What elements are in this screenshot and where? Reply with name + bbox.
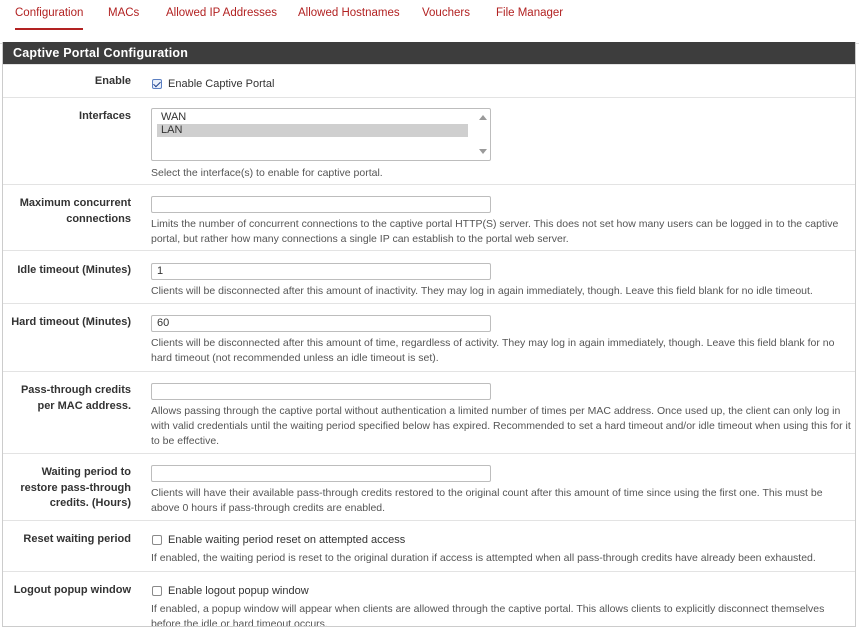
reset-waiting-text: Enable waiting period reset on attempted… [168, 534, 406, 546]
captive-portal-config-panel: Captive Portal Configuration Enable Enab… [2, 42, 856, 627]
tab-configuration[interactable]: Configuration [15, 0, 84, 30]
logout-popup-text: Enable logout popup window [168, 585, 309, 597]
reset-waiting-row: Reset waiting period Enable waiting peri… [3, 520, 855, 571]
scroll-down-icon[interactable] [479, 149, 487, 154]
enable-label: Enable [94, 75, 131, 87]
interfaces-scrollbar[interactable] [475, 109, 490, 160]
interface-option-lan[interactable]: LAN [157, 124, 468, 137]
tab-allowed-hostnames[interactable]: Allowed Hostnames [298, 0, 400, 30]
tab-vouchers[interactable]: Vouchers [422, 0, 470, 30]
tab-macs[interactable]: MACs [108, 0, 139, 30]
waiting-period-help: Clients will have their available pass-t… [151, 487, 823, 514]
logout-popup-label: Logout popup window [13, 584, 131, 596]
logout-popup-checkbox[interactable] [152, 586, 162, 596]
tab-bar: Configuration MACs Allowed IP Addresses … [0, 0, 859, 44]
hard-timeout-row: Hard timeout (Minutes) 60 Clients will b… [3, 303, 855, 371]
idle-timeout-help: Clients will be disconnected after this … [151, 285, 813, 297]
interfaces-listbox[interactable]: WAN LAN [151, 108, 491, 161]
passthrough-credits-label: Pass-through credits per MAC address. [20, 384, 131, 412]
enable-captive-portal-text: Enable Captive Portal [168, 78, 275, 90]
interfaces-help: Select the interface(s) to enable for ca… [151, 167, 383, 179]
passthrough-credits-input[interactable] [151, 383, 491, 400]
scroll-up-icon[interactable] [479, 115, 487, 120]
idle-timeout-row: Idle timeout (Minutes) 1 Clients will be… [3, 250, 855, 303]
enable-row: Enable Enable Captive Portal [3, 64, 855, 97]
max-connections-help: Limits the number of concurrent connecti… [151, 218, 839, 245]
enable-captive-portal-checkbox[interactable] [152, 79, 162, 89]
waiting-period-label: Waiting period to restore pass-through c… [20, 466, 131, 509]
logout-popup-row: Logout popup window Enable logout popup … [3, 571, 855, 627]
tab-allowed-ip-addresses[interactable]: Allowed IP Addresses [166, 0, 277, 30]
hard-timeout-input[interactable]: 60 [151, 315, 491, 332]
waiting-period-row: Waiting period to restore pass-through c… [3, 453, 855, 520]
passthrough-credits-help: Allows passing through the captive porta… [151, 405, 851, 447]
reset-waiting-checkbox[interactable] [152, 535, 162, 545]
hard-timeout-help: Clients will be disconnected after this … [151, 337, 835, 364]
max-connections-input[interactable] [151, 196, 491, 213]
interfaces-row: Interfaces WAN LAN Select the interface(… [3, 97, 855, 184]
hard-timeout-label: Hard timeout (Minutes) [11, 316, 131, 328]
tab-file-manager[interactable]: File Manager [496, 0, 563, 30]
max-connections-label: Maximum concurrent connections [19, 197, 131, 225]
max-connections-row: Maximum concurrent connections Limits th… [3, 184, 855, 250]
logout-popup-help: If enabled, a popup window will appear w… [151, 603, 825, 627]
waiting-period-input[interactable] [151, 465, 491, 482]
idle-timeout-label: Idle timeout (Minutes) [17, 264, 131, 276]
interfaces-label: Interfaces [79, 110, 131, 122]
panel-title: Captive Portal Configuration [3, 42, 855, 64]
interface-option-wan[interactable]: WAN [157, 111, 468, 124]
reset-waiting-label: Reset waiting period [23, 533, 131, 545]
idle-timeout-input[interactable]: 1 [151, 263, 491, 280]
passthrough-credits-row: Pass-through credits per MAC address. Al… [3, 371, 855, 453]
reset-waiting-help: If enabled, the waiting period is reset … [151, 552, 816, 564]
